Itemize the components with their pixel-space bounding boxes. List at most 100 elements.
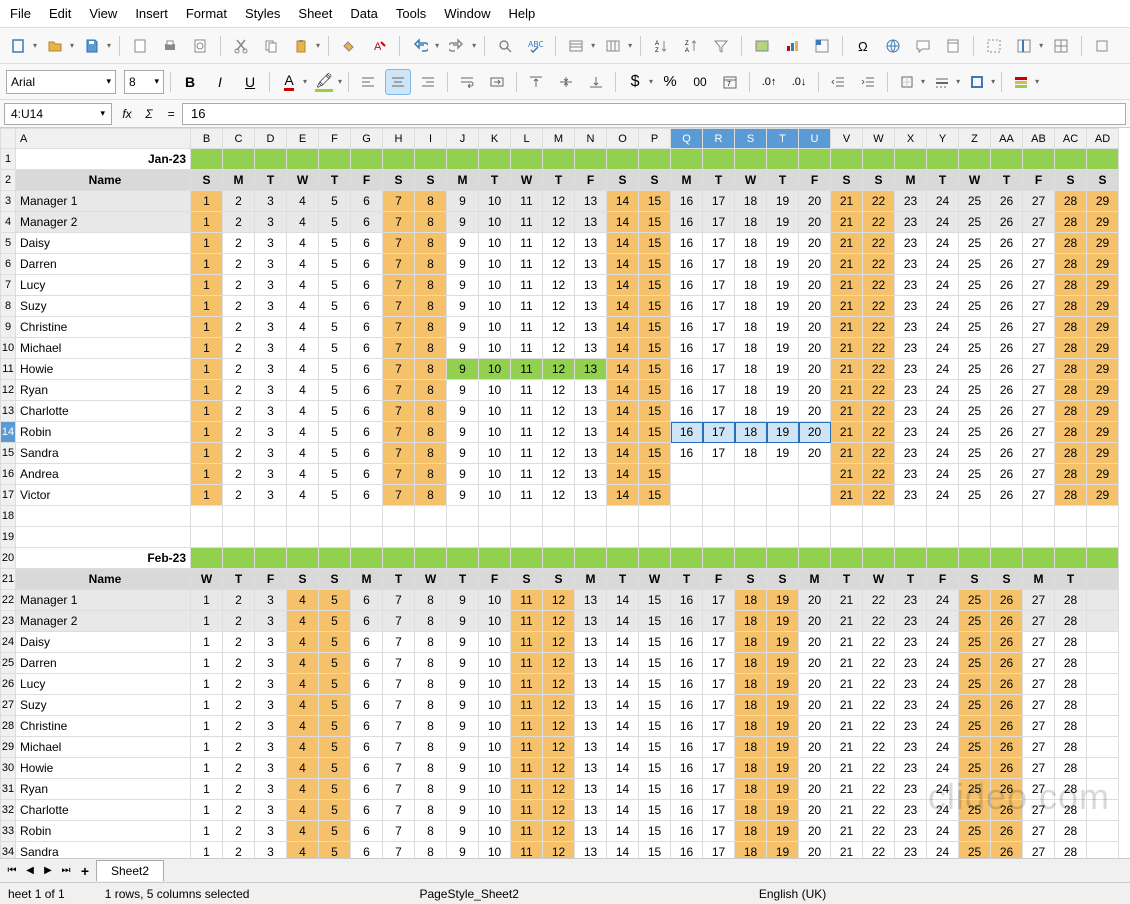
cell[interactable]: 10 [479,401,511,422]
cell[interactable]: 8 [415,716,447,737]
cell[interactable]: 27 [1023,674,1055,695]
cell[interactable]: 2 [223,800,255,821]
cell[interactable]: 5 [319,191,351,212]
col-header[interactable]: AA [991,129,1023,149]
cell[interactable]: 24 [927,716,959,737]
cell[interactable]: 5 [319,653,351,674]
paste-icon[interactable] [289,34,313,58]
cell[interactable]: 11 [511,401,543,422]
cell[interactable] [735,464,767,485]
cell[interactable]: 12 [543,779,575,800]
cell[interactable]: 16 [671,758,703,779]
cell[interactable]: 9 [447,674,479,695]
cell[interactable]: 8 [415,254,447,275]
cell[interactable]: 1 [191,485,223,506]
cell[interactable]: 19 [767,590,799,611]
cell[interactable]: 22 [863,485,895,506]
cell[interactable]: 27 [1023,317,1055,338]
cell[interactable]: 23 [895,737,927,758]
cell[interactable]: 26 [991,233,1023,254]
cell[interactable]: 5 [319,611,351,632]
cell[interactable]: 28 [1055,338,1087,359]
cell[interactable]: 19 [767,254,799,275]
cell[interactable]: 19 [767,191,799,212]
cell[interactable]: 10 [479,611,511,632]
cell[interactable]: 16 [671,800,703,821]
col-header[interactable]: AD [1087,129,1119,149]
cell[interactable]: 1 [191,800,223,821]
cell[interactable]: 22 [863,443,895,464]
cell[interactable]: 25 [959,779,991,800]
cell[interactable]: 16 [671,275,703,296]
cell[interactable]: 4 [287,779,319,800]
cell[interactable]: 7 [383,233,415,254]
export-pdf-icon[interactable] [128,34,152,58]
cell[interactable]: 14 [607,716,639,737]
italic-button[interactable]: I [207,69,233,95]
cell[interactable]: 10 [479,422,511,443]
cell[interactable]: 12 [543,842,575,859]
cell[interactable]: 26 [991,338,1023,359]
cell[interactable]: 28 [1055,380,1087,401]
cell[interactable]: 7 [383,695,415,716]
cell[interactable]: 22 [863,653,895,674]
cell[interactable]: 13 [575,758,607,779]
cell[interactable]: 19 [767,800,799,821]
cell[interactable]: 2 [223,674,255,695]
cell[interactable]: 19 [767,653,799,674]
cell[interactable]: 8 [415,317,447,338]
col-header[interactable]: X [895,129,927,149]
cell[interactable]: 27 [1023,800,1055,821]
cell[interactable]: 26 [991,779,1023,800]
cell[interactable]: 24 [927,338,959,359]
cell[interactable]: 9 [447,443,479,464]
cell[interactable]: 24 [927,632,959,653]
cell[interactable]: 23 [895,779,927,800]
cell[interactable]: 1 [191,758,223,779]
cut-icon[interactable] [229,34,253,58]
cell[interactable]: 14 [607,317,639,338]
cell[interactable] [1087,779,1119,800]
col-header[interactable]: W [863,129,895,149]
cell[interactable]: 29 [1087,233,1119,254]
cell[interactable]: 23 [895,611,927,632]
cell[interactable]: 6 [351,359,383,380]
cell[interactable]: 12 [543,821,575,842]
cell[interactable]: 15 [639,779,671,800]
cell[interactable]: 13 [575,842,607,859]
cell[interactable]: 7 [383,380,415,401]
cell[interactable]: 24 [927,296,959,317]
col-header[interactable]: Q [671,129,703,149]
cell[interactable]: 2 [223,212,255,233]
cell[interactable]: 3 [255,653,287,674]
cell[interactable]: 4 [287,254,319,275]
cell[interactable]: 8 [415,401,447,422]
cell[interactable]: 18 [735,422,767,443]
cell[interactable]: 13 [575,443,607,464]
cell[interactable]: 19 [767,443,799,464]
cell[interactable]: 23 [895,821,927,842]
cell[interactable]: 29 [1087,485,1119,506]
cell[interactable]: 15 [639,422,671,443]
cell[interactable]: 15 [639,632,671,653]
cell[interactable]: 7 [383,632,415,653]
cell[interactable]: 14 [607,422,639,443]
cell[interactable]: 28 [1055,611,1087,632]
cell[interactable]: 3 [255,674,287,695]
cell[interactable]: 21 [831,821,863,842]
highlight-button[interactable]: 🖍 [311,69,337,95]
cell[interactable]: 19 [767,212,799,233]
cell[interactable]: 6 [351,800,383,821]
cell[interactable]: 18 [735,359,767,380]
cell[interactable]: 27 [1023,191,1055,212]
cell[interactable]: 22 [863,422,895,443]
cell[interactable]: 4 [287,422,319,443]
border-color-icon[interactable] [964,69,990,95]
cell[interactable]: 26 [991,464,1023,485]
underline-button[interactable]: U [237,69,263,95]
cell[interactable]: 18 [735,758,767,779]
cell[interactable]: 17 [703,338,735,359]
cell[interactable]: 28 [1055,737,1087,758]
cell[interactable]: 6 [351,464,383,485]
cell[interactable]: 20 [799,359,831,380]
